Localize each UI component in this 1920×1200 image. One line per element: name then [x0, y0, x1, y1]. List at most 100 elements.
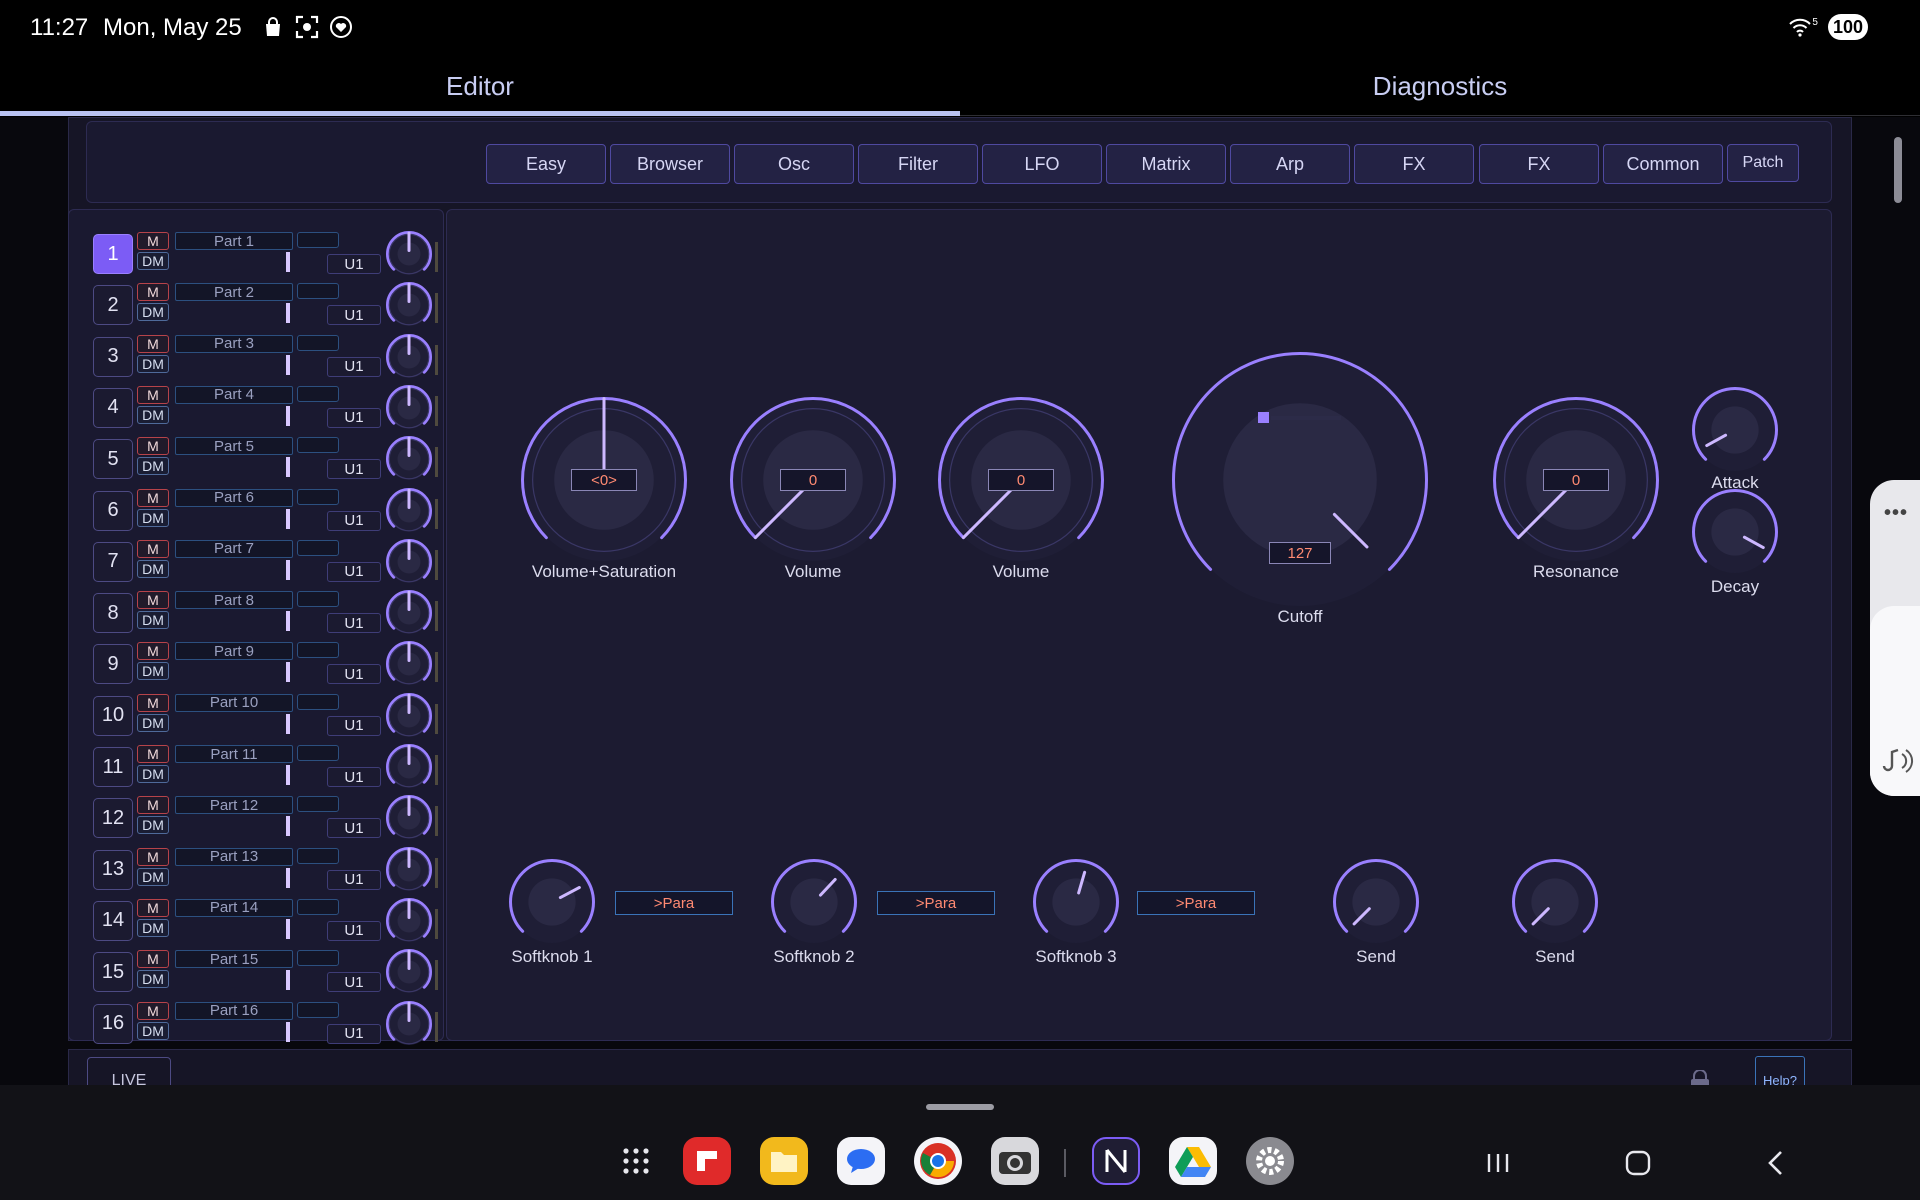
- part-slot-button[interactable]: U1: [327, 869, 381, 890]
- part-mute-button[interactable]: M: [137, 437, 169, 456]
- softknob-3[interactable]: [1030, 856, 1122, 953]
- part-number-button[interactable]: 2: [93, 285, 133, 326]
- part-dm-button[interactable]: DM: [137, 457, 169, 476]
- part-aux-field[interactable]: [297, 1001, 339, 1018]
- part-dm-button[interactable]: DM: [137, 816, 169, 835]
- part-dm-button[interactable]: DM: [137, 867, 169, 886]
- part-slot-button[interactable]: U1: [327, 920, 381, 941]
- part-volume-knob[interactable]: [383, 690, 435, 747]
- knob-attack[interactable]: [1689, 384, 1781, 481]
- part-name-field[interactable]: Part 2: [175, 283, 293, 302]
- part-mute-button[interactable]: M: [137, 488, 169, 507]
- knob-decay[interactable]: [1689, 486, 1781, 583]
- part-name-field[interactable]: Part 4: [175, 385, 293, 404]
- part-aux-field[interactable]: [297, 283, 339, 300]
- softknob-para-button[interactable]: >Para: [1137, 891, 1255, 915]
- part-slot-button[interactable]: U1: [327, 664, 381, 685]
- part-aux-field[interactable]: [297, 488, 339, 505]
- more-options-icon[interactable]: •••: [1884, 502, 1908, 525]
- part-name-field[interactable]: Part 9: [175, 642, 293, 661]
- part-aux-field[interactable]: [297, 591, 339, 608]
- part-name-field[interactable]: Part 15: [175, 950, 293, 969]
- nav-button-easy[interactable]: Easy: [486, 144, 606, 184]
- part-mute-button[interactable]: M: [137, 796, 169, 815]
- scroll-handle[interactable]: [1894, 137, 1902, 203]
- part-aux-field[interactable]: [297, 385, 339, 402]
- part-aux-field[interactable]: [297, 437, 339, 454]
- part-volume-knob[interactable]: [383, 433, 435, 490]
- part-mute-button[interactable]: M: [137, 385, 169, 404]
- nav-button-filter[interactable]: Filter: [858, 144, 978, 184]
- part-dm-button[interactable]: DM: [137, 611, 169, 630]
- part-number-button[interactable]: 12: [93, 798, 133, 839]
- part-name-field[interactable]: Part 16: [175, 1001, 293, 1020]
- part-number-button[interactable]: 10: [93, 695, 133, 736]
- part-number-button[interactable]: 4: [93, 387, 133, 428]
- part-mute-button[interactable]: M: [137, 334, 169, 353]
- nav-button-patch[interactable]: Patch: [1727, 144, 1799, 182]
- part-mute-button[interactable]: M: [137, 847, 169, 866]
- tab-diagnostics[interactable]: Diagnostics: [960, 56, 1920, 116]
- part-number-button[interactable]: 3: [93, 336, 133, 377]
- part-number-button[interactable]: 6: [93, 490, 133, 531]
- part-volume-knob[interactable]: [383, 331, 435, 388]
- back-icon[interactable]: [1758, 1145, 1794, 1181]
- synth-editor-app-icon[interactable]: [1092, 1137, 1140, 1185]
- part-number-button[interactable]: 11: [93, 747, 133, 787]
- settings-app-icon[interactable]: [1246, 1137, 1294, 1185]
- part-dm-button[interactable]: DM: [137, 252, 169, 270]
- part-dm-button[interactable]: DM: [137, 303, 169, 322]
- part-number-button[interactable]: 13: [93, 849, 133, 890]
- part-slot-button[interactable]: U1: [327, 407, 381, 428]
- knob-value-display[interactable]: 0: [1543, 469, 1609, 491]
- part-dm-button[interactable]: DM: [137, 765, 169, 783]
- part-slot-button[interactable]: U1: [327, 972, 381, 993]
- part-dm-button[interactable]: DM: [137, 508, 169, 527]
- nav-button-browser[interactable]: Browser: [610, 144, 730, 184]
- part-name-field[interactable]: Part 1: [175, 232, 293, 250]
- part-slot-button[interactable]: U1: [327, 510, 381, 531]
- part-mute-button[interactable]: M: [137, 232, 169, 250]
- part-mute-button[interactable]: M: [137, 642, 169, 661]
- part-mute-button[interactable]: M: [137, 693, 169, 712]
- knob-value-display[interactable]: <0>: [571, 469, 637, 491]
- drive-app-icon[interactable]: [1169, 1137, 1217, 1185]
- part-aux-field[interactable]: [297, 898, 339, 915]
- part-dm-button[interactable]: DM: [137, 1021, 169, 1040]
- part-aux-field[interactable]: [297, 847, 339, 864]
- part-dm-button[interactable]: DM: [137, 970, 169, 989]
- knob-value-display[interactable]: 0: [988, 469, 1054, 491]
- softknob-para-button[interactable]: >Para: [615, 891, 733, 915]
- part-volume-knob[interactable]: [383, 895, 435, 952]
- softknob-1[interactable]: [506, 856, 598, 953]
- part-volume-knob[interactable]: [383, 638, 435, 695]
- part-name-field[interactable]: Part 14: [175, 898, 293, 917]
- part-aux-field[interactable]: [297, 950, 339, 967]
- part-volume-knob[interactable]: [383, 844, 435, 901]
- part-slot-button[interactable]: U1: [327, 561, 381, 582]
- files-app-icon[interactable]: [760, 1137, 808, 1185]
- nav-button-fx-2[interactable]: FX: [1479, 144, 1599, 184]
- home-icon[interactable]: [1620, 1145, 1656, 1181]
- softknob-2[interactable]: [768, 856, 860, 953]
- part-mute-button[interactable]: M: [137, 950, 169, 969]
- lock-icon[interactable]: [1687, 1069, 1713, 1085]
- part-name-field[interactable]: Part 5: [175, 437, 293, 456]
- part-mute-button[interactable]: M: [137, 591, 169, 610]
- part-aux-field[interactable]: [297, 232, 339, 248]
- part-mute-button[interactable]: M: [137, 1001, 169, 1020]
- part-name-field[interactable]: Part 11: [175, 745, 293, 763]
- part-slot-button[interactable]: U1: [327, 715, 381, 736]
- part-number-button[interactable]: 7: [93, 541, 133, 582]
- part-mute-button[interactable]: M: [137, 283, 169, 302]
- camera-app-icon[interactable]: [991, 1137, 1039, 1185]
- nav-button-common[interactable]: Common: [1603, 144, 1723, 184]
- part-volume-knob[interactable]: [383, 998, 435, 1055]
- part-dm-button[interactable]: DM: [137, 405, 169, 424]
- part-volume-knob[interactable]: [383, 228, 435, 285]
- part-volume-knob[interactable]: [383, 741, 435, 798]
- part-volume-knob[interactable]: [383, 485, 435, 542]
- part-slot-button[interactable]: U1: [327, 1023, 381, 1044]
- send-knob-1[interactable]: [1330, 856, 1422, 953]
- part-aux-field[interactable]: [297, 334, 339, 351]
